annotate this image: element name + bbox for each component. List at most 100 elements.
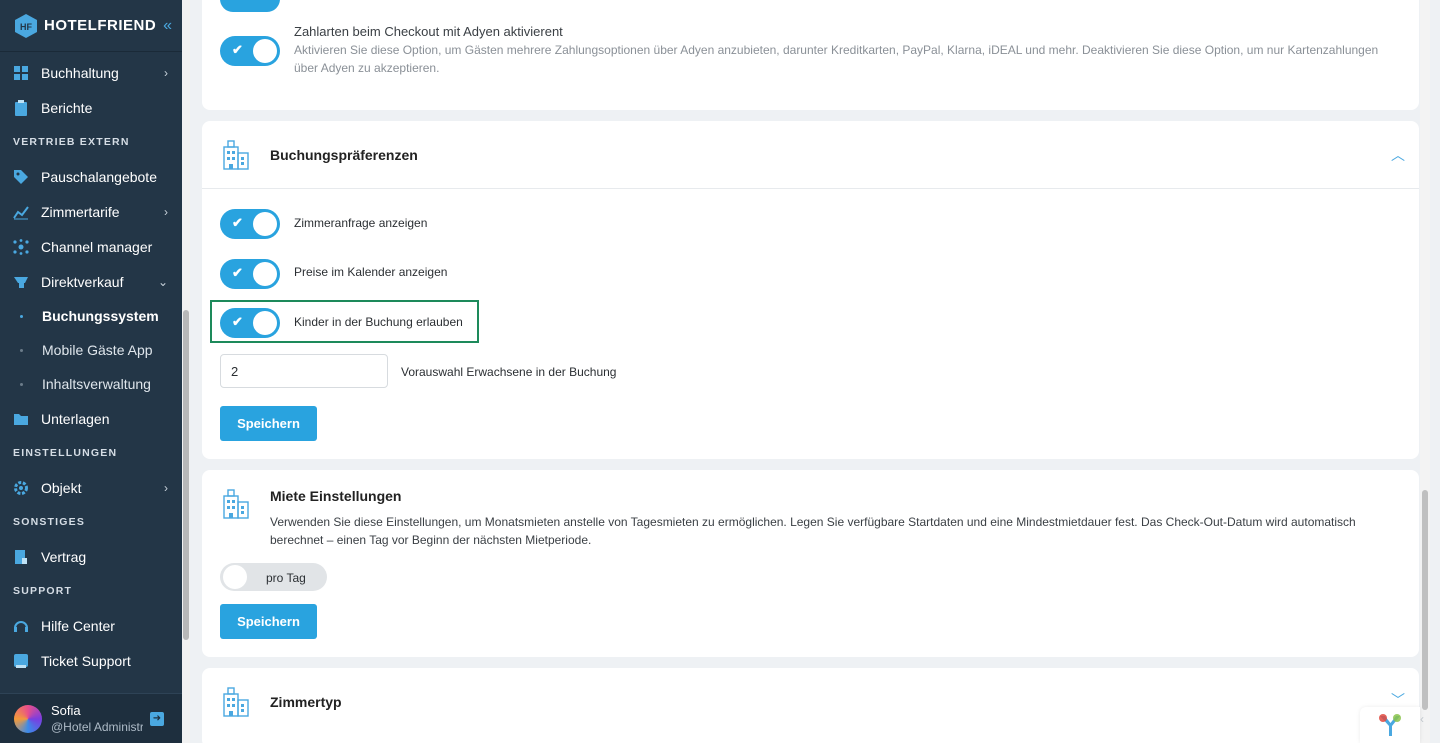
sidebar-item-objekt[interactable]: Objekt › [0,470,182,505]
toggle-knob [223,565,247,589]
room-type-card: Zimmertyp ﹀ [202,668,1419,743]
contract-icon [13,549,29,565]
sidebar-item-label: Zimmertarife [41,203,120,220]
sidebar-subitem-label: Mobile Gäste App [42,342,153,358]
sidebar-scrollbar-thumb[interactable] [183,310,189,640]
brand-name: HOTELFRIEND [44,17,157,34]
main-scrollbar-thumb[interactable] [1422,490,1428,710]
sidebar-item-channel-manager[interactable]: Channel manager [0,229,182,264]
avatar[interactable] [14,704,42,733]
rent-mode-toggle[interactable]: pro Tag [220,563,327,591]
booking-preferences-header[interactable]: Buchungspräferenzen ︿ [202,121,1419,189]
section-sonstiges: SONSTIGES [13,516,86,528]
user-role: @Hotel Administr [51,719,143,734]
accounting-icon [13,65,29,81]
sidebar-item-label: Pauschalangebote [41,168,157,185]
logout-icon[interactable]: ➜ [150,711,164,726]
room-type-title: Zimmertyp [270,694,342,710]
main-content: ✔ Zahlarten beim Checkout mit Adyen akti… [190,0,1430,743]
sidebar-item-zimmertarife[interactable]: Zimmertarife › [0,194,182,229]
section-vertrieb-extern: VERTRIEB EXTERN [13,136,130,148]
building-icon [223,139,249,170]
sidebar-subitem-label: Buchungssystem [42,308,159,324]
sidebar-item-pauschalangebote[interactable]: Pauschalangebote [0,159,182,194]
rent-settings-card: Miete Einstellungen Verwenden Sie diese … [202,470,1419,657]
sidebar-item-berichte[interactable]: Berichte [0,90,182,125]
sidebar-item-vertrag[interactable]: Vertrag [0,539,182,574]
adyen-toggle[interactable]: ✔ [220,36,280,66]
rent-mode-label: pro Tag [266,571,306,585]
user-profile[interactable]: Sofia @Hotel Administr ➜ [0,693,182,743]
room-request-label: Zimmeranfrage anzeigen [294,216,428,230]
tag-icon [13,169,29,185]
bullet-icon [20,314,23,318]
sidebar-subitem-buchungssystem[interactable]: Buchungssystem [0,299,182,333]
chevron-left-icon[interactable]: ‹ [1420,712,1430,726]
adyen-title: Zahlarten beim Checkout mit Adyen aktivi… [294,24,563,39]
sidebar-item-label: Buchhaltung [41,64,119,81]
channel-icon [13,238,29,255]
chevron-up-icon[interactable]: ︿ [1391,145,1405,165]
yii-logo-icon [1379,714,1401,736]
sidebar-item-ticket-support[interactable]: Ticket Support [0,643,182,678]
sidebar-item-label: Vertrag [41,548,87,565]
chevron-right-icon: › [164,204,168,219]
adyen-description: Aktivieren Sie diese Option, um Gästen m… [294,43,1379,75]
sidebar-item-hilfe-center[interactable]: Hilfe Center [0,608,182,643]
check-icon: ✔ [232,314,243,329]
svg-text:HF: HF [20,22,32,32]
check-icon: ✔ [232,265,243,280]
sidebar-item-label: Berichte [41,99,93,116]
sidebar: HF HOTELFRIEND « Buchhaltung › Berichte … [0,0,190,743]
sidebar-item-label: Unterlagen [41,410,110,427]
allow-children-toggle[interactable]: ✔ [220,308,280,338]
sidebar-item-buchhaltung[interactable]: Buchhaltung › [0,55,182,90]
chevron-down-icon: ⌄ [157,274,168,289]
previous-toggle[interactable] [220,0,280,12]
calendar-prices-label: Preise im Kalender anzeigen [294,265,448,279]
chart-icon [13,204,29,220]
headset-icon [13,618,29,634]
room-request-toggle[interactable]: ✔ [220,209,280,239]
toggle-knob [253,39,277,63]
folder-icon [13,411,29,427]
adults-preselect-input[interactable]: 2 [220,354,388,388]
sidebar-item-direktverkauf[interactable]: Direktverkauf ⌄ [0,264,182,299]
sidebar-item-label: Direktverkauf [41,273,124,290]
sidebar-nav: Buchhaltung › Berichte VERTRIEB EXTERN P… [0,55,182,678]
brand-header: HF HOTELFRIEND « [0,0,190,52]
bullet-icon [20,348,23,352]
sidebar-scrollbar[interactable] [182,0,190,743]
building-icon [223,489,249,519]
sidebar-subitem-inhaltsverwaltung[interactable]: Inhaltsverwaltung [0,367,182,401]
sidebar-item-label: Ticket Support [41,652,131,669]
building-icon [223,687,249,717]
sidebar-item-label: Channel manager [41,238,153,255]
sidebar-subitem-mobile-gaeste-app[interactable]: Mobile Gäste App [0,333,182,367]
save-button[interactable]: Speichern [220,604,317,639]
user-name: Sofia [51,702,81,718]
booking-preferences-title: Buchungspräferenzen [270,146,418,163]
collapse-sidebar-icon[interactable]: « [163,17,172,35]
toggle-knob [253,311,277,335]
ticket-icon [13,653,29,669]
section-support: SUPPORT [13,585,73,597]
toggle-knob [253,212,277,236]
chat-widget-button[interactable] [1360,707,1420,743]
section-einstellungen: EINSTELLUNGEN [13,447,118,459]
booking-preferences-card: Buchungspräferenzen ︿ ✔ Zimmeranfrage an… [202,121,1419,459]
sidebar-item-unterlagen[interactable]: Unterlagen [0,401,182,436]
chevron-right-icon: › [164,65,168,80]
user-info: Sofia @Hotel Administr [51,702,143,736]
hotelfriend-logo-icon[interactable]: HF [14,13,38,39]
sidebar-item-label: Objekt [41,479,82,496]
main-scrollbar[interactable] [1420,0,1430,743]
calendar-prices-toggle[interactable]: ✔ [220,259,280,289]
chevron-right-icon: › [164,480,168,495]
adults-preselect-label: Vorauswahl Erwachsene in der Buchung [401,365,617,379]
allow-children-label: Kinder in der Buchung erlauben [294,315,463,329]
reports-icon [13,99,29,116]
save-button[interactable]: Speichern [220,406,317,441]
rent-settings-title: Miete Einstellungen [270,488,402,504]
room-type-header[interactable]: Zimmertyp ﹀ [202,668,1419,736]
